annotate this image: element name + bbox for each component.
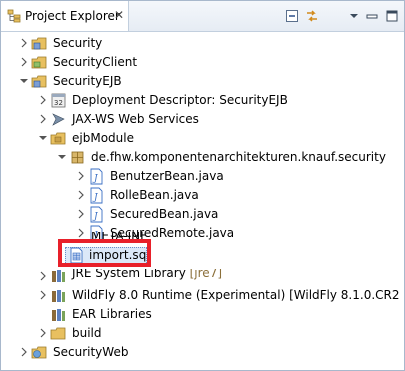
chevron-right-icon[interactable] xyxy=(76,209,86,219)
client-project-icon xyxy=(31,56,47,69)
web-services-icon xyxy=(52,113,65,126)
chevron-right-icon[interactable] xyxy=(38,328,48,338)
collapse-all-icon[interactable] xyxy=(285,9,299,23)
maximize-icon[interactable] xyxy=(385,9,399,23)
chevron-right-icon[interactable] xyxy=(38,290,48,300)
tree-item-package[interactable]: de.fhw.komponentenarchitekturen.knauf.se… xyxy=(1,148,401,167)
tree-item-label: JRE System Library xyxy=(72,269,186,280)
source-folder-icon xyxy=(50,132,66,145)
java-file-icon: J xyxy=(90,206,103,223)
tree-item-label: BenutzerBean.java xyxy=(110,169,224,183)
chevron-right-icon[interactable] xyxy=(38,114,48,124)
library-icon xyxy=(52,270,65,282)
tree-item-security[interactable]: Security xyxy=(1,34,401,53)
tree-item-label: Deployment Descriptor: SecurityEJB xyxy=(72,93,288,107)
chevron-right-icon[interactable] xyxy=(38,271,48,281)
tree-item-label: SecurityEJB xyxy=(53,74,122,88)
library-icon xyxy=(52,290,65,302)
tree-item-label: RolleBean.java xyxy=(110,188,199,202)
tree-item-label: ejbModule xyxy=(72,131,134,145)
project-explorer-view: Project Explorer ✕ Security SecurityClie… xyxy=(0,0,405,371)
tree-item-ear-libraries[interactable]: EAR Libraries xyxy=(1,305,401,324)
chevron-right-icon[interactable] xyxy=(38,95,48,105)
tree-item-security-web[interactable]: SecurityWeb xyxy=(1,343,401,362)
tree-item-label: de.fhw.komponentenarchitekturen.knauf.se… xyxy=(91,150,386,164)
tree-item-label: Security xyxy=(53,36,103,50)
chevron-right-icon[interactable] xyxy=(19,57,29,67)
tree-item-security-client[interactable]: SecurityClient xyxy=(1,53,401,72)
tab-project-explorer[interactable]: Project Explorer ✕ xyxy=(1,1,129,31)
tree-item-label: JAX-WS Web Services xyxy=(72,112,199,126)
link-with-editor-icon[interactable] xyxy=(305,9,319,23)
chevron-down-icon[interactable] xyxy=(19,76,29,86)
chevron-right-icon[interactable] xyxy=(76,190,86,200)
package-icon xyxy=(71,151,84,164)
tree-item-deployment-descriptor[interactable]: 32 Deployment Descriptor: SecurityEJB xyxy=(1,91,401,110)
ejb-project-icon xyxy=(31,75,47,88)
tree-item-benutzer-bean[interactable]: J BenutzerBean.java xyxy=(1,167,401,186)
tree-item-ejb-module[interactable]: ejbModule xyxy=(1,129,401,148)
view-menu-icon[interactable] xyxy=(347,9,361,23)
tree-item-jaxws[interactable]: JAX-WS Web Services xyxy=(1,110,401,129)
tree-item-label: SecurityClient xyxy=(53,55,138,69)
tree-item-secured-bean[interactable]: J SecuredBean.java xyxy=(1,205,401,224)
library-icon xyxy=(52,309,65,321)
tree-item-wildfly-runtime[interactable]: WildFly 8.0 Runtime (Experimental) [Wild… xyxy=(1,286,404,305)
java-file-icon: J xyxy=(90,168,103,185)
jre-version: [jre7] xyxy=(189,269,223,280)
minimize-icon[interactable] xyxy=(365,9,379,23)
java-file-icon: J xyxy=(90,187,103,204)
project-explorer-icon xyxy=(7,9,21,23)
tab-label: Project Explorer xyxy=(25,9,120,23)
tree-item-label: SecuredBean.java xyxy=(110,207,219,221)
folder-icon xyxy=(50,327,66,340)
tree-item-build[interactable]: build xyxy=(1,324,401,343)
web-project-icon xyxy=(31,346,47,359)
tree-item-label: EAR Libraries xyxy=(72,307,152,321)
chevron-down-icon[interactable] xyxy=(38,133,48,143)
tree-item-jre-library[interactable]: JRE System Library [jre7] xyxy=(1,269,401,283)
ejb-project-icon xyxy=(31,37,47,50)
deployment-descriptor-icon: 32 xyxy=(51,93,66,108)
highlight-box xyxy=(58,239,151,267)
chevron-right-icon[interactable] xyxy=(76,171,86,181)
tree-item-label: SecurityWeb xyxy=(53,345,129,359)
view-toolbar: Project Explorer ✕ xyxy=(1,1,404,32)
chevron-right-icon[interactable] xyxy=(19,347,29,357)
svg-text:32: 32 xyxy=(54,99,63,107)
tree-item-label: build xyxy=(72,326,102,340)
chevron-right-icon[interactable] xyxy=(19,38,29,48)
tree-item-security-ejb[interactable]: SecurityEJB xyxy=(1,72,401,91)
close-icon[interactable]: ✕ xyxy=(113,9,125,21)
tree-item-rolle-bean[interactable]: J RolleBean.java xyxy=(1,186,401,205)
chevron-down-icon[interactable] xyxy=(57,152,67,162)
tree-item-label: WildFly 8.0 Runtime (Experimental) [Wild… xyxy=(72,288,404,302)
